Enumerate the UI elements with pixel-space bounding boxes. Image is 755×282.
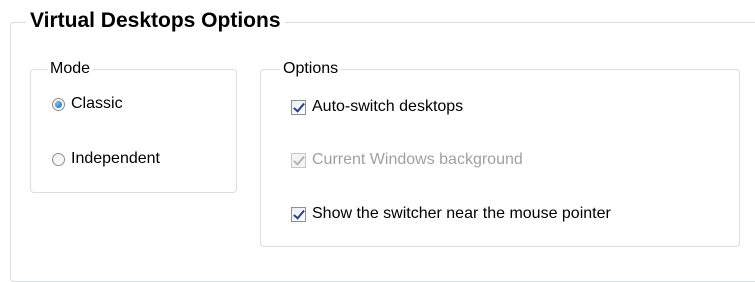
checkbox-current-windows-background: Current Windows background bbox=[291, 150, 523, 170]
mode-group bbox=[30, 69, 237, 193]
classic-radio-button[interactable] bbox=[52, 97, 65, 111]
independent-radio-label: Independent bbox=[71, 150, 160, 167]
options-group-title: Options bbox=[280, 59, 342, 79]
show-switcher-near-pointer-checkbox[interactable] bbox=[291, 206, 306, 222]
mode-group-title: Mode bbox=[47, 59, 94, 79]
current-windows-background-label: Current Windows background bbox=[312, 151, 523, 168]
auto-switch-desktops-checkbox[interactable] bbox=[291, 99, 306, 115]
mode-radio-classic[interactable]: Classic bbox=[52, 94, 123, 114]
current-windows-background-checkbox bbox=[291, 152, 306, 168]
auto-switch-desktops-label: Auto-switch desktops bbox=[312, 98, 464, 115]
checkbox-show-switcher-near-pointer[interactable]: Show the switcher near the mouse pointer bbox=[291, 204, 611, 224]
show-switcher-near-pointer-label: Show the switcher near the mouse pointer bbox=[312, 205, 611, 222]
checkbox-auto-switch-desktops[interactable]: Auto-switch desktops bbox=[291, 97, 463, 117]
classic-radio-label: Classic bbox=[71, 95, 123, 112]
mode-radio-independent[interactable]: Independent bbox=[52, 149, 160, 169]
virtual-desktops-options-title: Virtual Desktops Options bbox=[26, 7, 285, 35]
independent-radio-button[interactable] bbox=[52, 152, 65, 166]
